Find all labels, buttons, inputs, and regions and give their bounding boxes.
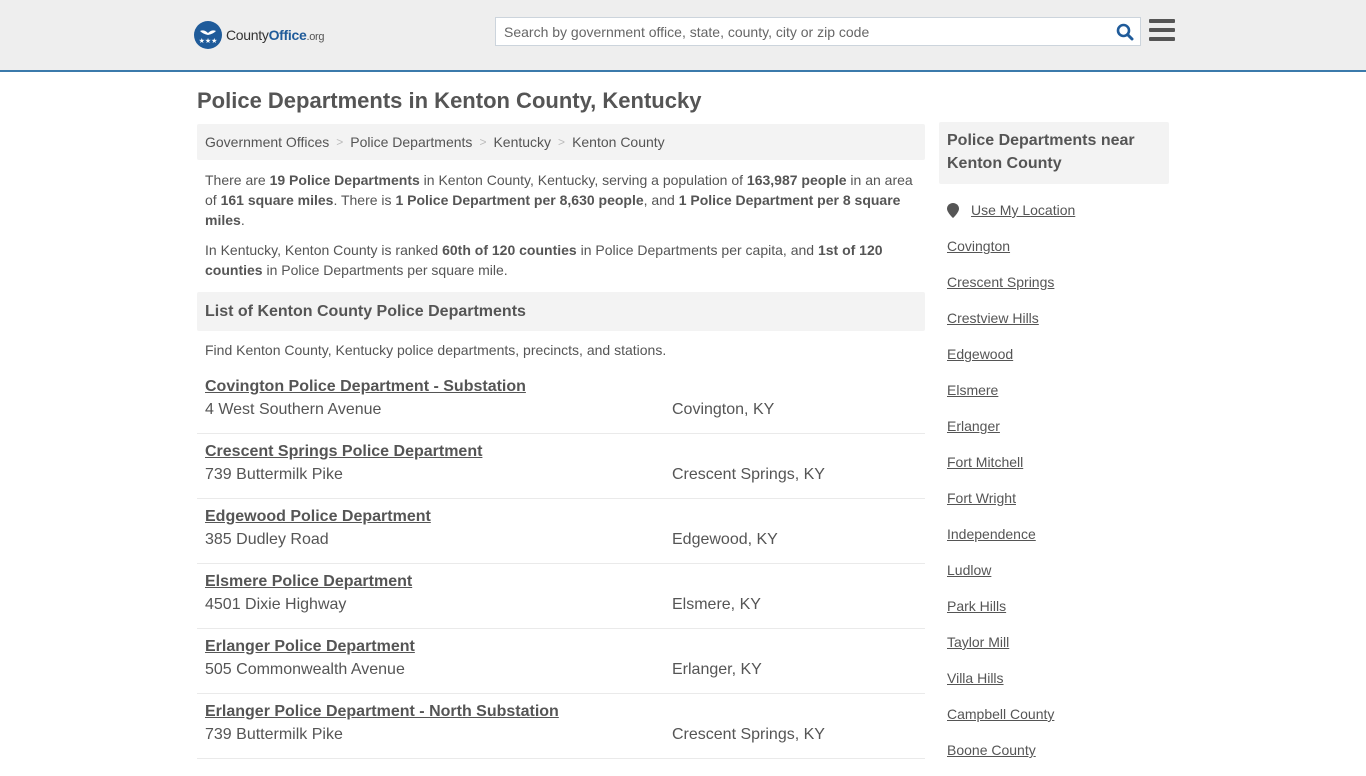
list-item: Erlanger Police Department 505 Commonwea…	[197, 629, 925, 694]
use-my-location-label: Use My Location	[971, 202, 1076, 218]
intro-ranking-paragraph: In Kentucky, Kenton County is ranked 60t…	[205, 242, 883, 278]
breadcrumb-separator: >	[479, 135, 487, 149]
nearby-link-crestview-hills[interactable]: Crestview Hills	[947, 308, 1169, 344]
search-icon	[1116, 23, 1134, 40]
hamburger-menu-icon[interactable]	[1149, 19, 1175, 41]
main-content: Government Offices > Police Departments …	[197, 124, 925, 759]
site-logo[interactable]: ★★★ CountyOffice.org	[194, 21, 325, 49]
department-address: 739 Buttermilk Pike	[205, 726, 343, 743]
department-link[interactable]: Elsmere Police Department	[205, 571, 412, 593]
nearby-link-ludlow[interactable]: Ludlow	[947, 560, 1169, 596]
svg-text:★★★: ★★★	[199, 37, 218, 45]
nearby-link-campbell-county[interactable]: Campbell County	[947, 704, 1169, 740]
nearby-link-erlanger[interactable]: Erlanger	[947, 416, 1169, 452]
map-pin-icon	[947, 203, 959, 218]
page-title: Police Departments in Kenton County, Ken…	[197, 88, 702, 113]
breadcrumb-kenton-county[interactable]: Kenton County	[572, 134, 665, 150]
use-my-location-link[interactable]: Use My Location	[947, 200, 1169, 236]
department-city: Erlanger, KY	[672, 661, 762, 678]
department-address: 739 Buttermilk Pike	[205, 466, 343, 483]
nearby-link-fort-mitchell[interactable]: Fort Mitchell	[947, 452, 1169, 488]
sidebar: Police Departments near Kenton County Us…	[939, 122, 1169, 776]
department-link[interactable]: Erlanger Police Department - North Subst…	[205, 701, 559, 723]
list-item: Erlanger Police Department - North Subst…	[197, 694, 925, 759]
nearby-link-boone-county[interactable]: Boone County	[947, 740, 1169, 776]
breadcrumb-government-offices[interactable]: Government Offices	[205, 134, 329, 150]
breadcrumb-separator: >	[336, 135, 344, 149]
nearby-link-covington[interactable]: Covington	[947, 236, 1169, 272]
list-description: Find Kenton County, Kentucky police depa…	[205, 342, 667, 358]
eagle-stars-logo-icon: ★★★	[194, 21, 222, 49]
department-link[interactable]: Edgewood Police Department	[205, 506, 431, 528]
nearby-link-villa-hills[interactable]: Villa Hills	[947, 668, 1169, 704]
intro-text: There are 19 Police Departments in Kento…	[197, 160, 925, 280]
breadcrumb-police-departments[interactable]: Police Departments	[350, 134, 472, 150]
department-address: 505 Commonwealth Avenue	[205, 661, 405, 678]
list-item: Elsmere Police Department 4501 Dixie Hig…	[197, 564, 925, 629]
list-item: Crescent Springs Police Department 739 B…	[197, 434, 925, 499]
department-city: Crescent Springs, KY	[672, 466, 825, 483]
search-button[interactable]	[1110, 18, 1140, 45]
list-heading: List of Kenton County Police Departments	[197, 292, 925, 331]
nearby-link-independence[interactable]: Independence	[947, 524, 1169, 560]
logo-wordmark: CountyOffice.org	[226, 27, 325, 43]
department-city: Edgewood, KY	[672, 531, 778, 548]
nearby-link-park-hills[interactable]: Park Hills	[947, 596, 1169, 632]
intro-stats-paragraph: There are 19 Police Departments in Kento…	[205, 172, 913, 228]
nearby-link-elsmere[interactable]: Elsmere	[947, 380, 1169, 416]
search-input[interactable]	[496, 18, 1110, 45]
department-city: Crescent Springs, KY	[672, 726, 825, 743]
nearby-list: Use My Location Covington Crescent Sprin…	[939, 200, 1169, 776]
nearby-link-taylor-mill[interactable]: Taylor Mill	[947, 632, 1169, 668]
department-link[interactable]: Crescent Springs Police Department	[205, 441, 482, 463]
department-city: Elsmere, KY	[672, 596, 761, 613]
site-header: ★★★ CountyOffice.org	[0, 0, 1366, 72]
nearby-link-edgewood[interactable]: Edgewood	[947, 344, 1169, 380]
search-bar	[495, 17, 1141, 46]
breadcrumb-kentucky[interactable]: Kentucky	[493, 134, 551, 150]
department-address: 4 West Southern Avenue	[205, 401, 382, 418]
breadcrumb: Government Offices > Police Departments …	[197, 124, 925, 160]
breadcrumb-separator: >	[558, 135, 566, 149]
nearby-link-crescent-springs[interactable]: Crescent Springs	[947, 272, 1169, 308]
list-item: Edgewood Police Department 385 Dudley Ro…	[197, 499, 925, 564]
police-department-list: Covington Police Department - Substation…	[197, 369, 925, 759]
list-item: Covington Police Department - Substation…	[197, 369, 925, 434]
department-address: 385 Dudley Road	[205, 531, 329, 548]
department-link[interactable]: Erlanger Police Department	[205, 636, 415, 658]
sidebar-heading: Police Departments near Kenton County	[939, 122, 1169, 184]
nearby-link-fort-wright[interactable]: Fort Wright	[947, 488, 1169, 524]
department-address: 4501 Dixie Highway	[205, 596, 347, 613]
department-link[interactable]: Covington Police Department - Substation	[205, 376, 526, 398]
department-city: Covington, KY	[672, 401, 775, 418]
